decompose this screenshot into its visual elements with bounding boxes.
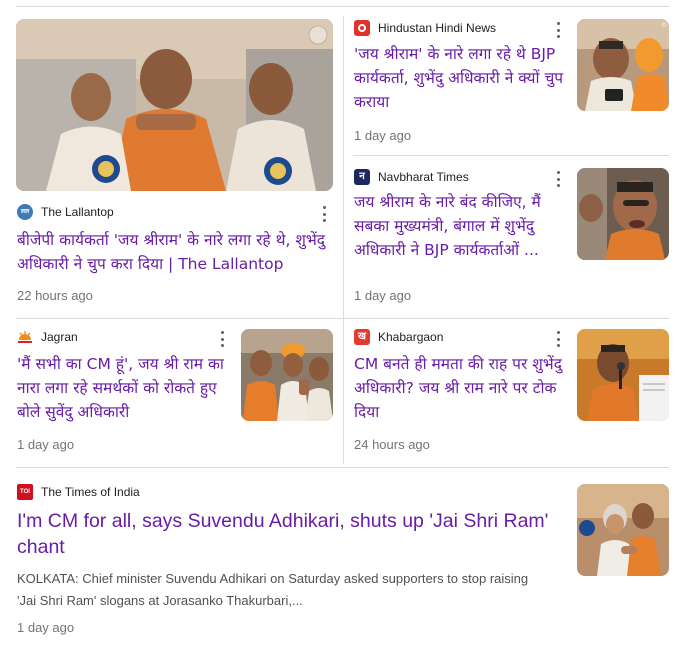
svg-text:©: © [661,22,667,29]
source-name: Navbharat Times [378,170,469,184]
article-time: 22 hours ago [17,288,93,303]
divider-row-3 [16,467,669,468]
lallantop-logo-text: लल [20,208,30,215]
article-title[interactable]: 'मैं सभी का CM हूं', जय श्री राम का नारा… [17,352,229,424]
hindustan-logo-icon [354,20,370,36]
lallantop-logo-icon: लल [17,204,33,220]
navbharat-thumbnail[interactable] [577,168,669,260]
article-title[interactable]: 'जय श्रीराम' के नारे लगा रहे थे BJP कार्… [354,42,566,114]
more-options-button[interactable] [318,205,330,223]
jagran-source[interactable]: Jagran [17,329,78,345]
column-divider [343,16,344,464]
article-time: 1 day ago [17,620,75,635]
toi-thumbnail[interactable] [577,484,669,576]
lallantop-thumbnail[interactable] [16,19,333,191]
hindustan-thumbnail[interactable]: © [577,19,669,111]
navbharat-logo-text: न [359,171,365,182]
hindustan-logo-mark [358,24,366,32]
source-name: The Lallantop [41,205,114,219]
article-time: 24 hours ago [354,437,430,452]
article-time: 1 day ago [17,437,75,452]
jagran-thumbnail[interactable] [241,329,333,421]
jagran-logo-graphic [18,331,32,343]
divider-right-1 [353,155,669,156]
article-title[interactable]: जय श्रीराम के नारे बंद कीजिए, मैं सबका म… [354,190,566,262]
toi-logo-text: TOI [20,489,30,495]
khabargaon-source[interactable]: ख Khabargaon [354,329,443,345]
article-snippet: KOLKATA: Chief minister Suvendu Adhikari… [17,571,529,608]
more-options-button[interactable] [552,21,564,39]
more-options-button[interactable] [552,330,564,348]
toi-logo-icon: TOI [17,484,33,500]
lallantop-source[interactable]: लल The Lallantop [17,204,114,220]
source-name: Jagran [41,330,78,344]
source-name: The Times of India [41,485,140,499]
khabargaon-logo-text: ख [357,331,367,342]
article-title[interactable]: I'm CM for all, says Suvendu Adhikari, s… [17,508,562,560]
article-title[interactable]: बीजेपी कार्यकर्ता 'जय श्रीराम' के नारे ल… [17,228,335,276]
more-options-button[interactable] [216,330,228,348]
navbharat-logo-icon: न [354,169,370,185]
article-time: 1 day ago [354,128,412,143]
more-options-button[interactable] [552,170,564,188]
khabargaon-logo-icon: ख [354,329,370,345]
source-name: Hindustan Hindi News [378,21,497,35]
jagran-logo-icon [17,329,33,345]
article-title[interactable]: CM बनते ही ममता की राह पर शुभेंदु अधिकार… [354,352,566,424]
navbharat-source[interactable]: न Navbharat Times [354,169,469,185]
toi-source[interactable]: TOI The Times of India [17,484,140,500]
source-name: Khabargaon [378,330,444,344]
top-divider [16,6,669,7]
hindustan-source[interactable]: Hindustan Hindi News [354,20,496,36]
article-time: 1 day ago [354,288,412,303]
khabargaon-thumbnail[interactable] [577,329,669,421]
